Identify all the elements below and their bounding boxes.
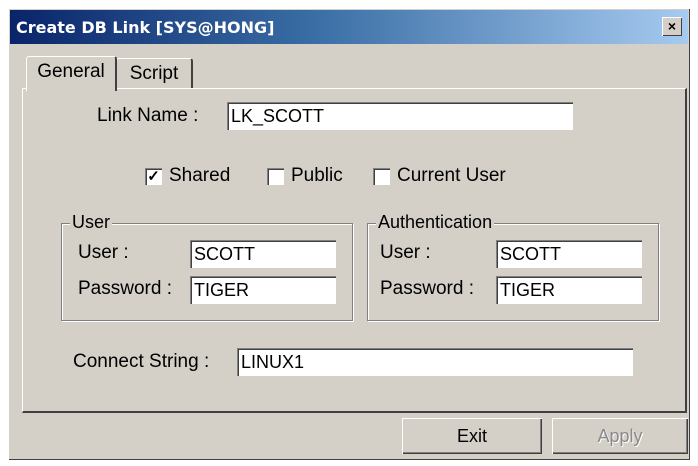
current-user-label: Current User bbox=[397, 165, 506, 186]
apply-button-label: Apply bbox=[597, 426, 643, 446]
auth-password-input[interactable]: TIGER bbox=[496, 276, 642, 304]
connect-string-label: Connect String : bbox=[73, 351, 210, 372]
tab-script[interactable]: Script bbox=[116, 58, 193, 90]
user-group: User User : SCOTT Password : TIGER bbox=[61, 212, 353, 321]
connect-string-input[interactable]: LINUX1 bbox=[237, 348, 633, 376]
public-label: Public bbox=[291, 165, 343, 186]
close-icon: × bbox=[667, 18, 677, 34]
user-label: User : bbox=[78, 242, 129, 263]
authentication-group: Authentication User : SCOTT Password : T… bbox=[367, 212, 659, 321]
public-checkbox[interactable] bbox=[267, 168, 284, 185]
close-button[interactable]: × bbox=[662, 17, 682, 36]
window-title: Create DB Link [SYS@HONG] bbox=[16, 18, 275, 37]
tab-script-label: Script bbox=[129, 63, 179, 84]
exit-button[interactable]: Exit bbox=[402, 418, 542, 454]
auth-password-label: Password : bbox=[380, 278, 474, 299]
user-input[interactable]: SCOTT bbox=[190, 240, 336, 268]
current-user-checkbox[interactable] bbox=[373, 168, 390, 185]
password-label: Password : bbox=[78, 278, 172, 299]
tab-general-label: General bbox=[37, 61, 105, 82]
tab-general[interactable]: General bbox=[26, 56, 117, 91]
check-mark-icon: ✓ bbox=[147, 168, 160, 185]
user-group-title: User bbox=[70, 212, 113, 233]
link-name-label: Link Name : bbox=[97, 105, 199, 126]
general-panel: Link Name : LK_SCOTT ✓ Shared Public Cur… bbox=[22, 88, 687, 413]
exit-button-label: Exit bbox=[456, 426, 487, 446]
password-input[interactable]: TIGER bbox=[190, 276, 336, 304]
auth-user-input[interactable]: SCOTT bbox=[496, 240, 642, 268]
title-bar[interactable]: Create DB Link [SYS@HONG] × bbox=[10, 10, 688, 44]
create-db-link-dialog: Create DB Link [SYS@HONG] × General Scri… bbox=[8, 8, 690, 460]
shared-checkbox[interactable]: ✓ bbox=[145, 168, 162, 185]
authentication-group-title: Authentication bbox=[376, 212, 495, 233]
auth-user-label: User : bbox=[380, 242, 431, 263]
link-name-input[interactable]: LK_SCOTT bbox=[227, 102, 573, 130]
apply-button[interactable]: Apply bbox=[552, 418, 688, 454]
shared-label: Shared bbox=[169, 165, 231, 186]
